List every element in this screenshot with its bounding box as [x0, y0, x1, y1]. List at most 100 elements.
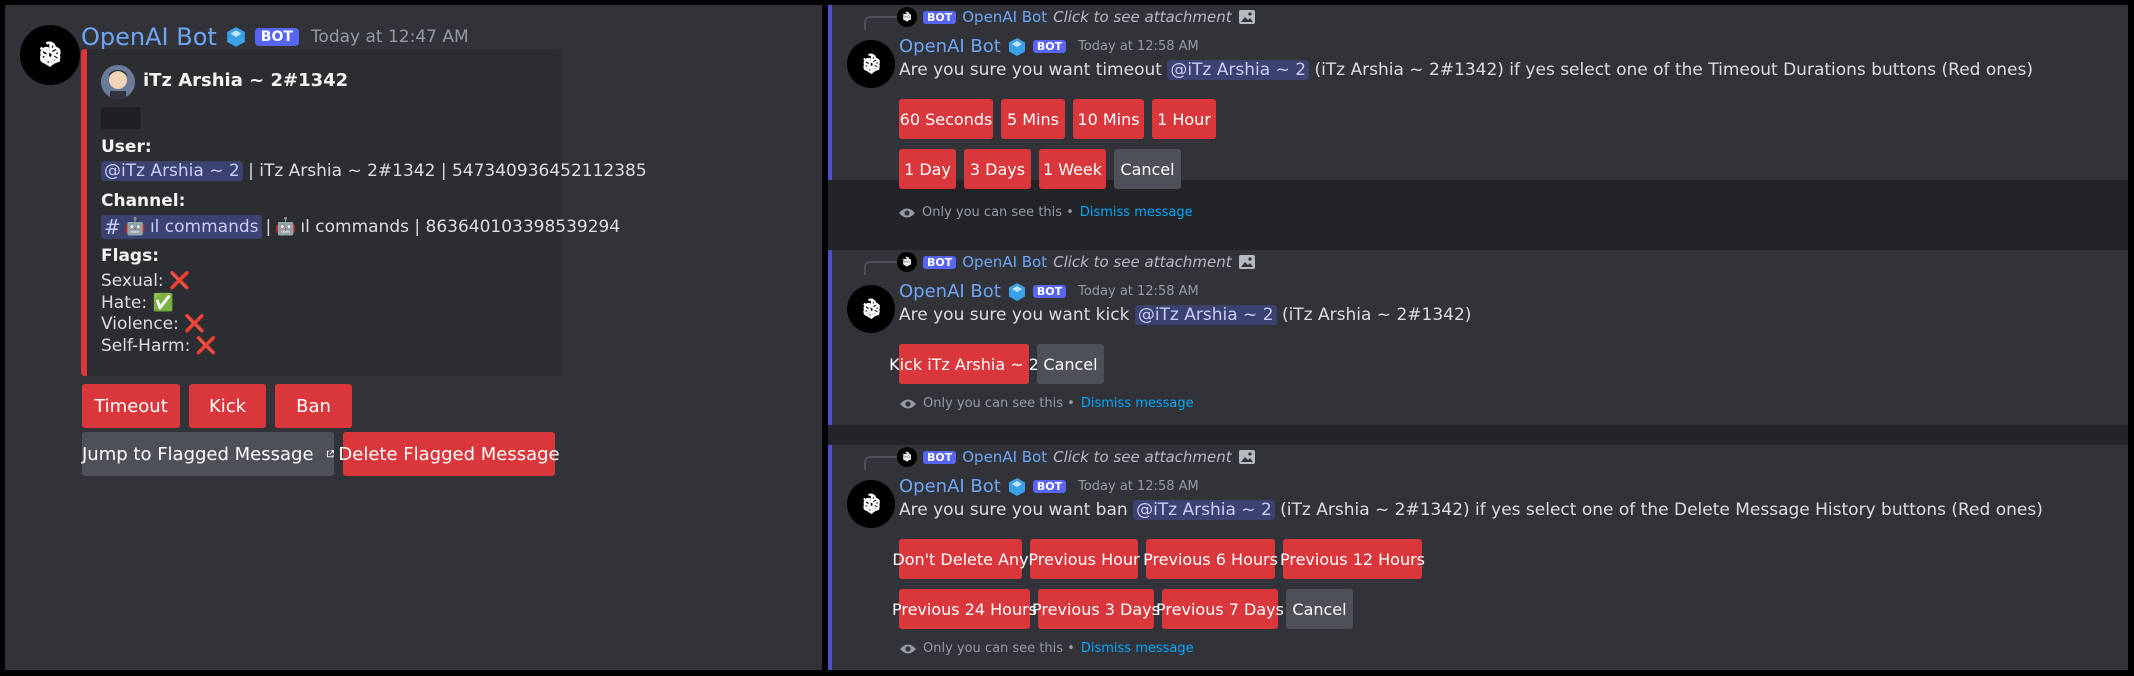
bot-name[interactable]: OpenAI Bot — [899, 476, 1001, 497]
user-mention[interactable]: @iTz Arshia ~ 2 — [101, 161, 243, 181]
cancel-button[interactable]: Cancel — [1037, 344, 1104, 384]
timeout-1-hour-button[interactable]: 1 Hour — [1152, 99, 1216, 139]
openai-logo-icon — [902, 11, 912, 23]
message-content: Are you sure you want kick @iTz Arshia ~… — [899, 305, 1471, 325]
user-field-label: User: — [101, 137, 152, 157]
ephemeral-note: Only you can see this • — [922, 205, 1074, 220]
dismiss-message-link[interactable]: Dismiss message — [1080, 205, 1193, 220]
ephemeral-notice: Only you can see this • Dismiss message — [899, 641, 1194, 656]
eye-icon — [900, 644, 916, 653]
ephemeral-note: Only you can see this • — [923, 641, 1075, 656]
message-timestamp[interactable]: Today at 12:47 AM — [311, 27, 469, 47]
user-mention[interactable]: @iTz Arshia ~ 2 — [1134, 305, 1277, 325]
flag-violence: Violence: ❌ — [101, 314, 217, 336]
timeout-5-mins-button[interactable]: 5 Mins — [1001, 99, 1065, 139]
message-timestamp[interactable]: Today at 12:58 AM — [1078, 39, 1199, 54]
previous-12-hours-button[interactable]: Previous 12 Hours — [1280, 539, 1425, 579]
cross-mark-icon: ❌ — [184, 314, 206, 334]
flag-label: Violence: — [101, 314, 179, 334]
openai-logo-icon — [862, 493, 881, 515]
bot-name[interactable]: OpenAI Bot — [81, 23, 217, 51]
channel-field-label: Channel: — [101, 191, 186, 211]
message-content: Are you sure you want ban @iTz Arshia ~ … — [899, 500, 2043, 520]
ephemeral-notice: Only you can see this • Dismiss message — [898, 205, 1193, 220]
message-text: Are you sure you want ban — [899, 500, 1128, 520]
bot-mini-avatar — [897, 252, 917, 272]
reply-reference[interactable]: BOT OpenAI Bot Click to see attachment — [897, 252, 1256, 272]
reply-text[interactable]: Click to see attachment — [1053, 448, 1232, 466]
bot-tag: BOT — [923, 450, 957, 464]
eye-icon — [899, 208, 915, 217]
verified-badge-icon — [1008, 37, 1025, 56]
previous-6-hours-button[interactable]: Previous 6 Hours — [1143, 539, 1278, 579]
kick-user-button[interactable]: Kick iTz Arshia ~ 2 — [889, 344, 1039, 384]
message-header: OpenAI Bot BOT Today at 12:58 AM — [899, 36, 1199, 57]
timeout-button[interactable]: Timeout — [82, 384, 180, 428]
message-text: Are you sure you want timeout — [899, 60, 1162, 80]
cancel-button[interactable]: Cancel — [1286, 589, 1353, 629]
verified-badge-icon — [1008, 477, 1025, 496]
previous-3-days-button[interactable]: Previous 3 Days — [1032, 589, 1160, 629]
bot-tag: BOT — [1032, 480, 1067, 493]
bot-tag: BOT — [254, 28, 299, 46]
reply-username[interactable]: OpenAI Bot — [962, 8, 1047, 26]
bot-mini-avatar — [897, 447, 917, 467]
dont-delete-any-button[interactable]: Don't Delete Any — [892, 539, 1029, 579]
message-header: OpenAI Bot BOT Today at 12:47 AM — [81, 23, 469, 51]
reply-text[interactable]: Click to see attachment — [1053, 253, 1232, 271]
previous-7-days-button[interactable]: Previous 7 Days — [1156, 589, 1284, 629]
openai-logo-icon — [902, 256, 912, 268]
kick-confirmation-message: BOT OpenAI Bot Click to see attachment O… — [828, 250, 2128, 425]
user-mention[interactable]: @iTz Arshia ~ 2 — [1167, 60, 1310, 80]
flag-label: Sexual: — [101, 271, 164, 291]
ban-confirmation-message: BOT OpenAI Bot Click to see attachment O… — [828, 445, 2128, 670]
reply-reference[interactable]: BOT OpenAI Bot Click to see attachment — [897, 7, 1256, 27]
robot-emoji-icon: 🤖 — [124, 217, 146, 237]
cancel-button[interactable]: Cancel — [1114, 149, 1181, 189]
bot-avatar[interactable] — [847, 285, 895, 333]
previous-hour-button[interactable]: Previous Hour — [1028, 539, 1140, 579]
image-attachment-icon — [1238, 255, 1255, 269]
flag-embed: iTz Arshia ~ 2#1342 User: @iTz Arshia ~ … — [81, 49, 647, 376]
jump-to-flagged-message-button[interactable]: Jump to Flagged Message — [82, 432, 334, 476]
timeout-60-seconds-button[interactable]: 60 Seconds — [899, 99, 993, 139]
user-mention[interactable]: @iTz Arshia ~ 2 — [1133, 500, 1275, 520]
timeout-1-week-button[interactable]: 1 Week — [1039, 149, 1106, 189]
reply-username[interactable]: OpenAI Bot — [962, 448, 1047, 466]
timeout-confirmation-message: BOT OpenAI Bot Click to see attachment O… — [828, 5, 2128, 189]
timeout-1-day-button[interactable]: 1 Day — [899, 149, 956, 189]
eye-icon — [900, 399, 916, 408]
kick-button[interactable]: Kick — [189, 384, 266, 428]
channel-mention[interactable]: # 🤖 ıl commands — [101, 215, 262, 239]
dismiss-message-link[interactable]: Dismiss message — [1081, 641, 1194, 656]
openai-logo-icon — [862, 298, 881, 320]
channel-hash-icon: # — [104, 215, 121, 239]
reply-text[interactable]: Click to see attachment — [1053, 8, 1232, 26]
bot-name[interactable]: OpenAI Bot — [899, 36, 1001, 57]
channel-field-value: # 🤖 ıl commands | 🤖 ıl commands | 863640… — [101, 215, 620, 239]
message-timestamp[interactable]: Today at 12:58 AM — [1078, 479, 1199, 494]
bot-avatar[interactable] — [20, 25, 80, 85]
timeout-10-mins-button[interactable]: 10 Mins — [1073, 99, 1144, 139]
previous-24-hours-button[interactable]: Previous 24 Hours — [892, 589, 1037, 629]
embed-author[interactable]: iTz Arshia ~ 2#1342 — [143, 70, 348, 91]
delete-flagged-message-button[interactable]: Delete Flagged Message — [338, 432, 560, 476]
spoiler-block[interactable] — [101, 107, 141, 129]
channel-mention-label: ıl commands — [149, 217, 259, 237]
cross-mark-icon: ❌ — [169, 271, 191, 291]
reply-reference[interactable]: BOT OpenAI Bot Click to see attachment — [897, 447, 1256, 467]
timeout-3-days-button[interactable]: 3 Days — [964, 149, 1031, 189]
message-header: OpenAI Bot BOT Today at 12:58 AM — [899, 281, 1199, 302]
bot-avatar[interactable] — [847, 40, 895, 88]
ephemeral-note: Only you can see this • — [923, 396, 1075, 411]
flag-self-harm: Self-Harm: ❌ — [101, 336, 217, 358]
bot-tag: BOT — [923, 255, 957, 269]
message-timestamp[interactable]: Today at 12:58 AM — [1078, 284, 1199, 299]
right-messages-panel: BOT OpenAI Bot Click to see attachment O… — [828, 5, 2128, 670]
reply-username[interactable]: OpenAI Bot — [962, 253, 1047, 271]
author-avatar — [101, 65, 135, 99]
bot-name[interactable]: OpenAI Bot — [899, 281, 1001, 302]
dismiss-message-link[interactable]: Dismiss message — [1081, 396, 1194, 411]
ban-button[interactable]: Ban — [275, 384, 352, 428]
bot-avatar[interactable] — [847, 480, 895, 528]
